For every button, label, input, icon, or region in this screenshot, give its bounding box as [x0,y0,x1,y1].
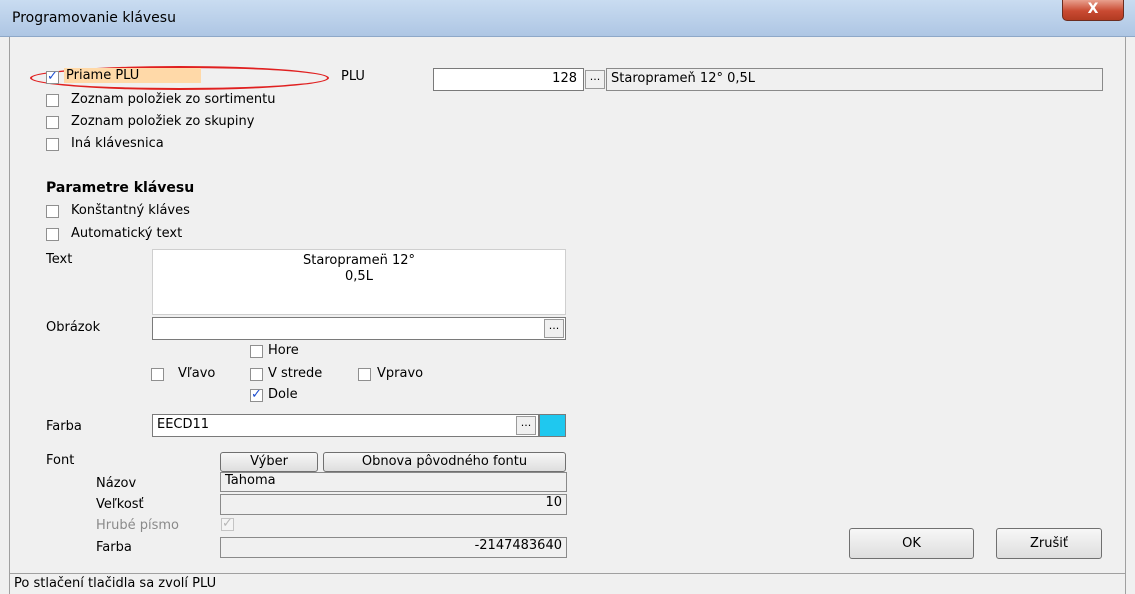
color-swatch [539,414,566,437]
font-color-label: Farba [96,540,132,555]
font-size-field: 10 [220,494,567,515]
checkbox-direct-plu[interactable] [46,69,59,84]
key-text-line2: 0,5L [345,269,373,284]
constant-key-label[interactable]: Konštantný kláves [71,203,190,218]
assortment-list-label[interactable]: Zoznam položiek zo sortimentu [71,92,275,107]
ok-button[interactable]: OK [849,528,974,559]
color-browse-button[interactable]: ... [516,416,536,435]
dialog-body: Priame PLU Zoznam položiek zo sortimentu… [9,37,1126,594]
align-center-label[interactable]: V strede [268,366,322,381]
close-button[interactable]: X [1062,0,1124,21]
plu-browse-button[interactable]: ... [585,70,605,89]
image-browse-button[interactable]: ... [544,319,564,338]
font-name-field: Tahoma [220,472,567,492]
color-label: Farba [46,419,82,434]
checkbox-group-list[interactable] [46,116,59,129]
params-heading: Parametre klávesu [46,180,195,196]
align-right-label[interactable]: Vpravo [377,366,423,381]
checkbox-assortment-list[interactable] [46,94,59,107]
key-text-area[interactable]: Staropramen̈ 12° 0,5L [152,249,566,315]
font-size-value: 10 [545,495,562,510]
plu-label: PLU [341,69,365,84]
cancel-button[interactable]: Zrušiť [996,528,1102,559]
checkbox-align-right[interactable] [358,368,371,381]
title-bar[interactable]: Programovanie klávesu X [0,0,1135,37]
checkbox-constant-key[interactable] [46,205,59,218]
color-field[interactable]: EECD11 [152,414,539,437]
font-choose-button[interactable]: Výber [220,452,318,472]
auto-text-label[interactable]: Automatický text [71,226,182,241]
status-bar: Po stlačení tlačidla sa zvolí PLU [10,573,1125,594]
checkbox-align-left[interactable] [151,368,164,381]
align-left-label[interactable]: Vľavo [178,366,215,381]
checkbox-font-bold [221,516,234,531]
plu-number-value: 128 [552,71,577,86]
font-restore-button[interactable]: Obnova pôvodného fontu [323,452,566,472]
image-field[interactable] [152,317,566,340]
font-color-value: -2147483640 [474,538,562,553]
key-text-line1: Staropramen̈ 12° [303,253,415,268]
checkbox-align-bottom[interactable] [250,387,263,402]
font-size-label: Veľkosť [96,497,144,512]
checkbox-align-center[interactable] [250,368,263,381]
status-text: Po stlačení tlačidla sa zvolí PLU [14,576,217,591]
plu-number-field[interactable]: 128 [433,68,584,91]
plu-name-field: Staroprameň 12° 0,5L [606,68,1103,91]
direct-plu-label[interactable]: Priame PLU [64,68,202,83]
text-label: Text [46,252,73,267]
image-label: Obrázok [46,320,101,335]
group-list-label[interactable]: Zoznam položiek zo skupiny [71,114,254,129]
font-name-label: Názov [96,476,137,491]
font-name-value: Tahoma [225,473,276,488]
dialog-window: Programovanie klávesu X Priame PLU Zozna… [0,0,1135,594]
other-keyboard-label[interactable]: Iná klávesnica [71,136,164,151]
plu-name-value: Staroprameň 12° 0,5L [611,71,756,86]
color-value: EECD11 [157,417,210,432]
font-color-field: -2147483640 [220,537,567,558]
window-title: Programovanie klávesu [12,10,176,26]
checkbox-other-keyboard[interactable] [46,138,59,151]
checkbox-align-top[interactable] [250,345,263,358]
align-top-label[interactable]: Hore [268,343,299,358]
align-bottom-label[interactable]: Dole [268,387,298,402]
checkbox-auto-text[interactable] [46,228,59,241]
font-label: Font [46,453,75,468]
font-bold-label: Hrubé písmo [96,518,179,533]
